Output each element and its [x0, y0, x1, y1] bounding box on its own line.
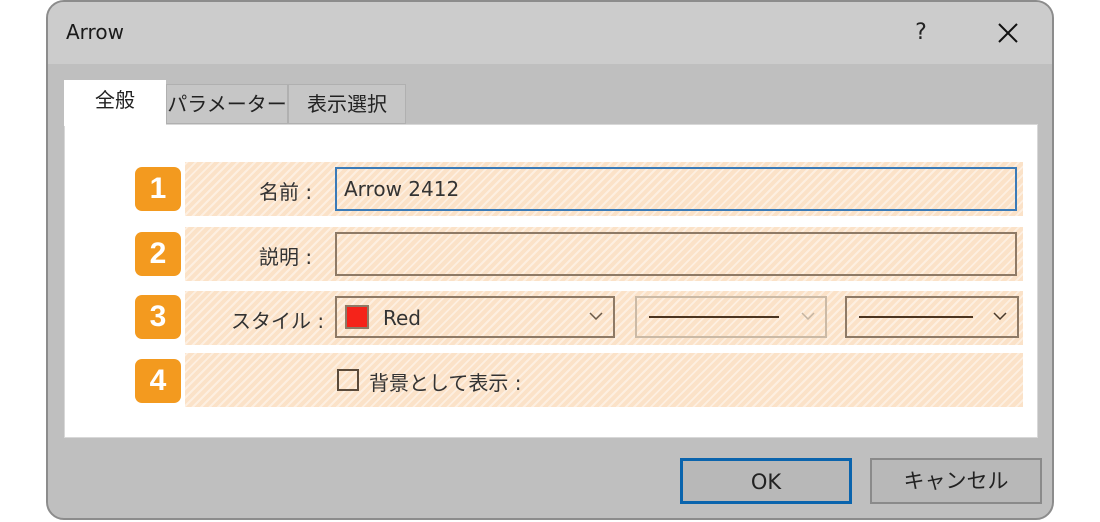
ok-button[interactable]: OK — [680, 458, 852, 504]
color-dropdown-value: Red — [383, 306, 421, 330]
description-label: 説明 : — [259, 245, 313, 269]
tab-general[interactable]: 全般 — [64, 80, 166, 126]
description-row: 説明 : — [185, 227, 1023, 281]
tab-visualization[interactable]: 表示選択 — [288, 84, 406, 124]
callout-number-2: 2 — [135, 232, 181, 276]
line-width-sample — [859, 316, 973, 318]
description-input[interactable] — [335, 232, 1017, 276]
title-bar[interactable]: Arrow ? — [48, 2, 1052, 64]
name-row: 名前 : Arrow 2412 — [185, 162, 1023, 216]
color-swatch — [345, 305, 369, 329]
close-button[interactable] — [988, 16, 1028, 50]
arrow-properties-dialog: Arrow ? 全般 パラメーター 表示選択 1 名前 : Arrow 2412… — [46, 0, 1054, 520]
line-style-dropdown[interactable] — [635, 296, 827, 338]
name-input[interactable]: Arrow 2412 — [335, 167, 1017, 211]
chevron-down-icon — [993, 312, 1007, 320]
line-style-sample — [649, 316, 779, 318]
callout-number-4: 4 — [135, 359, 181, 403]
window-title: Arrow — [66, 20, 124, 44]
draw-as-background-label[interactable]: 背景として表示 : — [369, 367, 522, 396]
general-tab-panel: 1 名前 : Arrow 2412 2 説明 : 3 スタイル : Red 4 … — [64, 124, 1038, 438]
callout-number-1: 1 — [135, 167, 181, 211]
style-row: スタイル : Red — [185, 291, 1023, 345]
close-icon — [998, 23, 1018, 43]
callout-number-3: 3 — [135, 295, 181, 339]
chevron-down-icon — [801, 312, 815, 320]
cancel-button[interactable]: キャンセル — [870, 458, 1042, 504]
name-label: 名前 : — [259, 180, 313, 204]
tab-parameters[interactable]: パラメーター — [166, 84, 288, 124]
color-dropdown[interactable]: Red — [335, 296, 615, 338]
style-label: スタイル : — [231, 309, 325, 333]
draw-as-background-checkbox[interactable] — [337, 369, 359, 391]
line-width-dropdown[interactable] — [845, 296, 1019, 338]
background-row: 背景として表示 : — [185, 353, 1023, 407]
chevron-down-icon — [589, 312, 603, 320]
help-button[interactable]: ? — [906, 16, 936, 50]
